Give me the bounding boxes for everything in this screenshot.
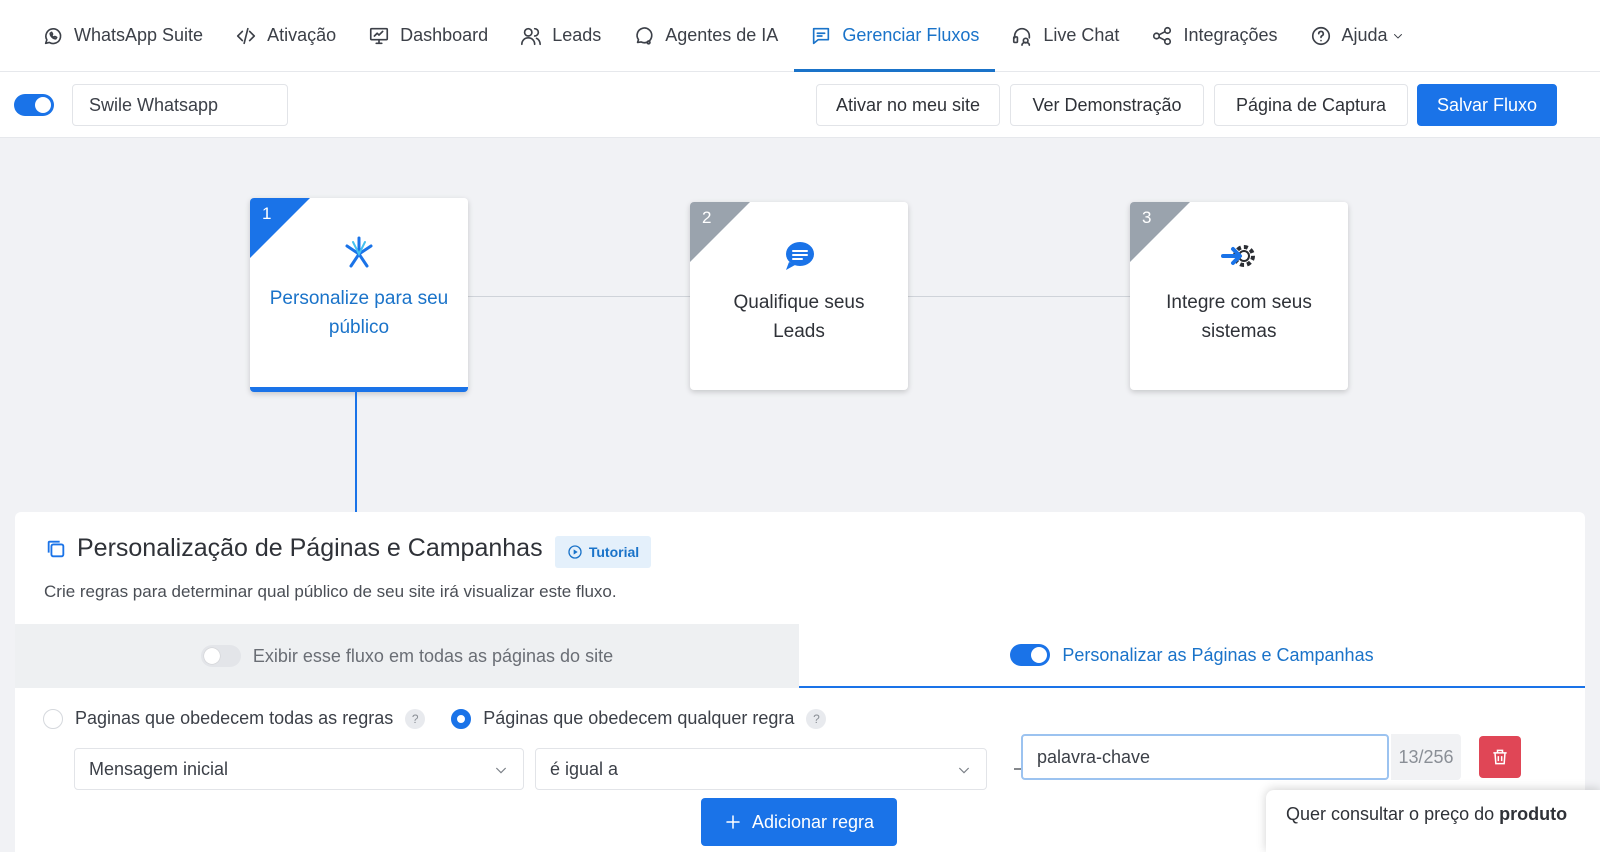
add-rule-button[interactable]: Adicionar regra bbox=[701, 798, 897, 846]
panel-title: Personalização de Páginas e Campanhas bbox=[77, 534, 543, 562]
nav-item-integracoes[interactable]: Integrações bbox=[1135, 0, 1293, 71]
step-connector bbox=[908, 296, 1130, 297]
nav-label: Ativação bbox=[267, 25, 337, 45]
chat-bubble-icon bbox=[786, 242, 814, 270]
tab-show-all-pages[interactable]: Exibir esse fluxo em todas as páginas do… bbox=[15, 624, 799, 688]
view-demo-button[interactable]: Ver Demonstração bbox=[1010, 84, 1204, 126]
select-value: é igual a bbox=[550, 758, 619, 779]
whatsapp-icon bbox=[44, 27, 62, 44]
tutorial-label: Tutorial bbox=[588, 544, 640, 560]
step-number: 1 bbox=[262, 204, 272, 223]
play-circle-icon bbox=[568, 545, 582, 559]
help-icon[interactable]: ? bbox=[806, 708, 827, 729]
chat-text: Quer consultar o preço do bbox=[1286, 804, 1500, 824]
save-flow-button[interactable]: Salvar Fluxo bbox=[1417, 84, 1557, 126]
chat-icon bbox=[636, 26, 653, 45]
step-label: Personalize para seu público bbox=[269, 288, 449, 338]
nav-item-gerenciar-fluxos[interactable]: Gerenciar Fluxos bbox=[794, 0, 996, 72]
tab-customize-pages[interactable]: Personalizar as Páginas e Campanhas bbox=[799, 624, 1585, 688]
step-corner bbox=[250, 198, 310, 258]
customize-toggle[interactable] bbox=[1010, 644, 1051, 666]
rule-field-select[interactable]: Mensagem inicial bbox=[74, 748, 524, 790]
step-number: 2 bbox=[702, 208, 712, 227]
step-corner bbox=[690, 202, 750, 262]
monitor-icon bbox=[370, 27, 389, 44]
integration-gear-icon bbox=[1221, 245, 1255, 267]
copy-icon bbox=[47, 540, 65, 558]
share-icon bbox=[1153, 26, 1172, 45]
add-rule-label: Adicionar regra bbox=[751, 811, 875, 832]
nav-label: WhatsApp Suite bbox=[74, 25, 204, 45]
step-card-personalize[interactable]: 1 Personalize para seu público bbox=[250, 198, 468, 392]
nav-item-ajuda[interactable]: Ajuda bbox=[1294, 0, 1420, 71]
nav-item-agentes-ia[interactable]: Agentes de IA bbox=[617, 0, 794, 71]
show-all-toggle[interactable] bbox=[200, 645, 241, 667]
sparkle-icon bbox=[345, 236, 373, 268]
step-card-integrate[interactable]: 3 Integre com seus sistemas bbox=[1130, 202, 1348, 390]
step-active-connector bbox=[355, 392, 357, 512]
tab-label: Personalizar as Páginas e Campanhas bbox=[1062, 644, 1374, 665]
nav-label: Live Chat bbox=[1043, 25, 1120, 45]
trash-icon bbox=[1493, 749, 1507, 765]
nav-item-dashboard[interactable]: Dashboard bbox=[352, 0, 504, 71]
help-circle-icon bbox=[1311, 26, 1330, 45]
nav-item-whatsapp-suite[interactable]: WhatsApp Suite bbox=[26, 0, 219, 71]
nav-label: Dashboard bbox=[400, 25, 489, 45]
code-icon bbox=[237, 27, 256, 44]
message-square-icon bbox=[813, 27, 830, 44]
nav-item-live-chat[interactable]: Live Chat bbox=[995, 0, 1135, 71]
chevron-down-icon bbox=[495, 767, 507, 774]
step-number: 3 bbox=[1142, 208, 1152, 227]
select-value: Mensagem inicial bbox=[89, 758, 229, 779]
radio-any-rule[interactable] bbox=[451, 708, 472, 729]
step-card-qualify[interactable]: 2 Qualifique seus Leads bbox=[690, 202, 908, 390]
headset-icon bbox=[1013, 27, 1031, 46]
flow-active-toggle[interactable] bbox=[14, 94, 54, 116]
step-label: Integre com seus sistemas bbox=[1166, 292, 1312, 342]
chevron-down-icon bbox=[958, 767, 970, 774]
tutorial-button[interactable]: Tutorial bbox=[555, 536, 651, 568]
rule-operator-select[interactable]: é igual a bbox=[535, 748, 987, 790]
users-icon bbox=[521, 27, 542, 45]
delete-rule-button[interactable] bbox=[1479, 736, 1521, 778]
radio-label: Páginas que obedecem qualquer regra bbox=[483, 708, 795, 728]
radio-all-rules[interactable] bbox=[43, 708, 63, 729]
activate-on-site-button[interactable]: Ativar no meu site bbox=[816, 84, 1000, 126]
rule-value-input[interactable] bbox=[1021, 734, 1389, 780]
nav-item-leads[interactable]: Leads bbox=[504, 0, 617, 71]
chat-preview-bubble[interactable]: Quer consultar o preço do produto bbox=[1266, 790, 1600, 852]
capture-page-button[interactable]: Página de Captura bbox=[1214, 84, 1408, 126]
plus-icon bbox=[726, 815, 740, 829]
nav-label: Integrações bbox=[1183, 25, 1278, 45]
help-icon[interactable]: ? bbox=[405, 708, 426, 729]
match-mode-radios: Paginas que obedecem todas as regras ? P… bbox=[43, 708, 852, 729]
step-label: Qualifique seus Leads bbox=[733, 292, 865, 342]
tab-label: Exibir esse fluxo em todas as páginas do… bbox=[252, 645, 614, 666]
char-counter: 13/256 bbox=[1391, 734, 1461, 780]
nav-label: Agentes de IA bbox=[665, 25, 779, 45]
nav-label: Leads bbox=[552, 25, 602, 45]
chat-text-bold: produto bbox=[1499, 804, 1568, 824]
nav-item-ativacao[interactable]: Ativação bbox=[219, 0, 352, 71]
top-navigation: WhatsApp Suite Ativação Dashboard Leads … bbox=[0, 0, 1600, 72]
step-corner bbox=[1130, 202, 1190, 262]
radio-label: Paginas que obedecem todas as regras bbox=[75, 708, 394, 728]
nav-label: Gerenciar Fluxos bbox=[842, 25, 980, 45]
panel-description: Crie regras para determinar qual público… bbox=[44, 582, 617, 601]
step-connector bbox=[468, 296, 690, 297]
chevron-down-icon bbox=[1393, 33, 1402, 38]
flow-toolbar: Ativar no meu site Ver Demonstração Pági… bbox=[0, 72, 1600, 138]
nav-label: Ajuda bbox=[1341, 25, 1388, 45]
flow-name-input[interactable] bbox=[72, 84, 288, 126]
